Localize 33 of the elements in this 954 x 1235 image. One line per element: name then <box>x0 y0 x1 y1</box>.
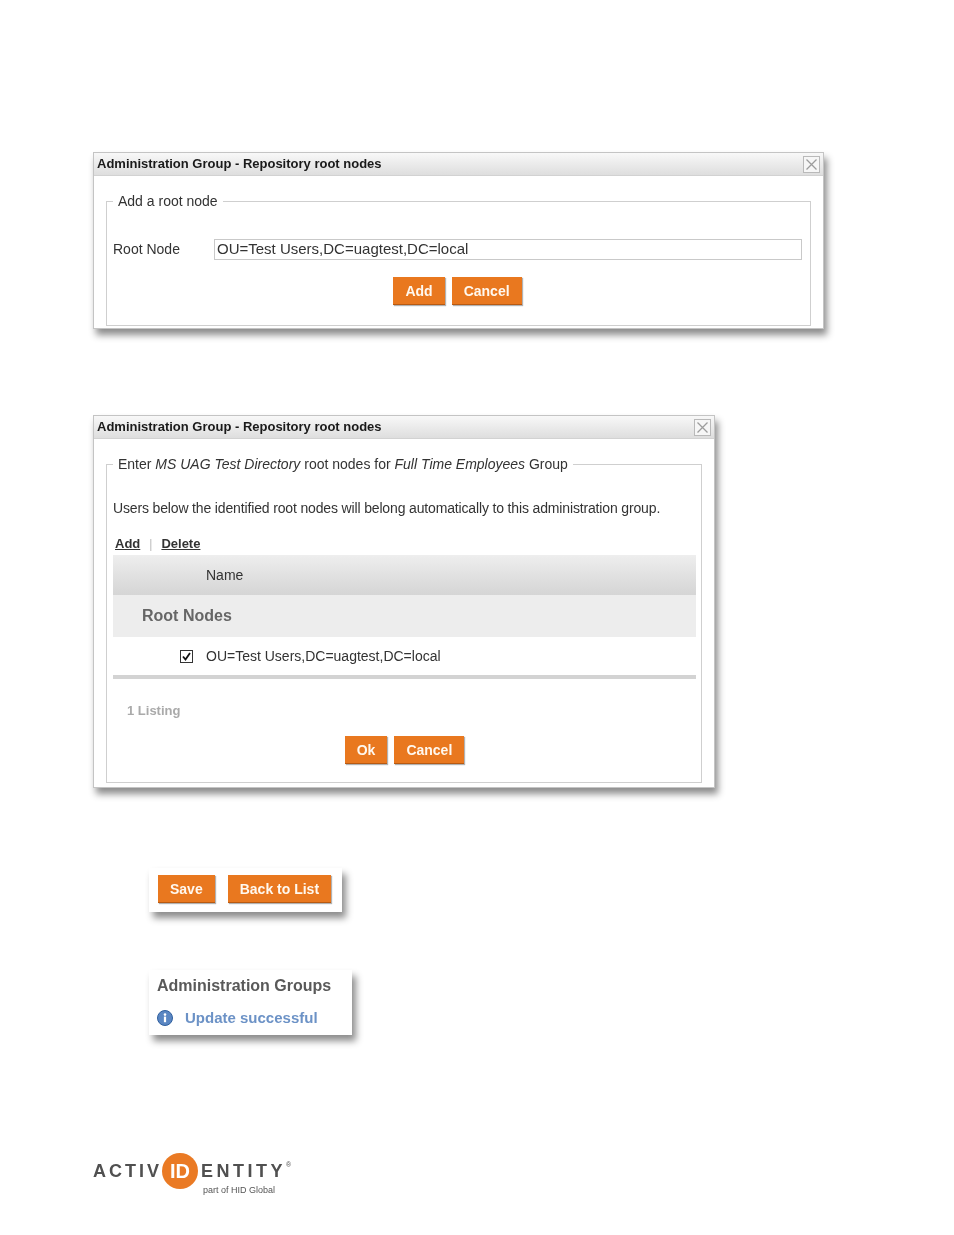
field-label: Root Node <box>113 240 181 259</box>
action-button[interactable]: Ok <box>344 736 388 764</box>
group-label: Root Nodes <box>142 606 232 626</box>
action-link[interactable]: Delete <box>161 534 201 554</box>
checkbox[interactable] <box>180 649 193 663</box>
fieldset-legend: Add a root node <box>118 193 218 209</box>
info-icon <box>157 1009 173 1026</box>
column-header: Name <box>206 565 244 585</box>
listing-count: 1 Listing <box>127 703 181 718</box>
root-node-input[interactable]: OU=Test Users,DC=uagtest,DC=local <box>214 239 802 260</box>
action-button[interactable]: Cancel <box>451 277 522 305</box>
panel-title: Administration Groups <box>157 976 332 996</box>
close-button[interactable] <box>694 418 711 436</box>
dialog-title: Administration Group - Repository root nodes <box>97 155 382 174</box>
fieldset-legend: Enter MS UAG Test Directory root nodes for Full Time Employees Group <box>118 456 568 472</box>
action-button[interactable]: Save <box>158 875 215 903</box>
action-button[interactable]: Add <box>393 277 445 305</box>
logo-text: ACTIV <box>93 1161 162 1181</box>
link-separator: | <box>149 536 153 553</box>
logo-mark: ID <box>162 1153 198 1189</box>
close-icon <box>806 158 817 170</box>
logo-tagline: part of HID Global <box>203 1185 276 1196</box>
dialog-title: Administration Group - Repository root nodes <box>97 418 382 437</box>
close-button[interactable] <box>803 155 820 173</box>
checkmark-icon <box>182 651 191 661</box>
action-button[interactable]: Back to List <box>227 875 332 903</box>
logo-text: ENTITY <box>201 1161 286 1181</box>
action-link[interactable]: Add <box>115 534 141 554</box>
description-text: Users below the identified root nodes will belong automatically to this administration group. <box>113 499 662 517</box>
table-cell-text: OU=Test Users,DC=uagtest,DC=local <box>206 646 441 666</box>
success-message: Update successful <box>185 1009 318 1026</box>
close-icon <box>697 421 708 433</box>
action-button[interactable]: Cancel <box>394 736 465 764</box>
